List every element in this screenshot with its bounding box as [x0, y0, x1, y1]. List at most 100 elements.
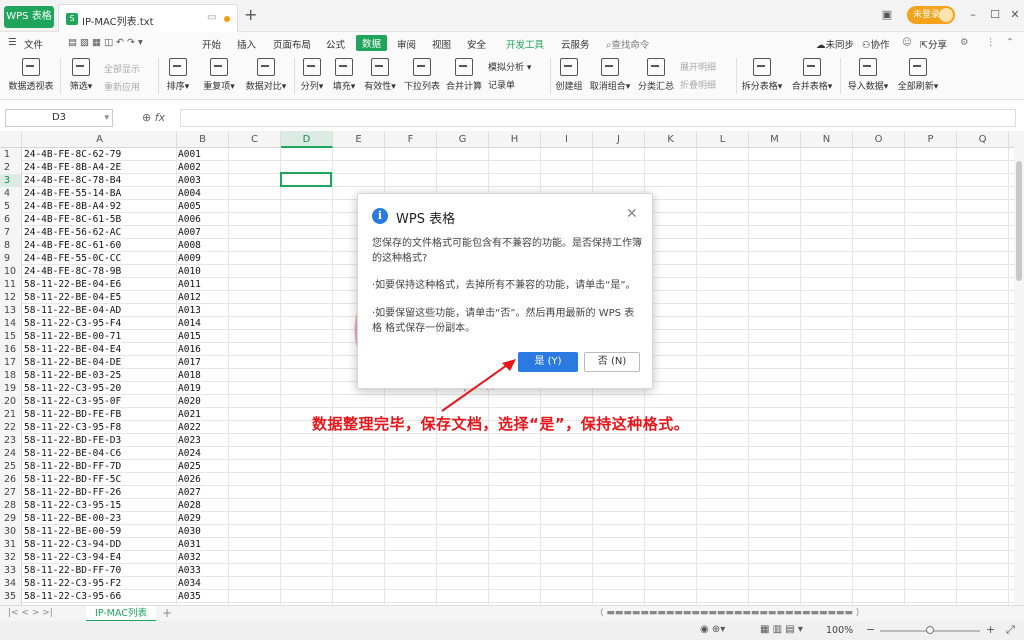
cell-mac-address[interactable]: 58-11-22-BD-FE-FB	[24, 408, 121, 421]
row-number[interactable]: 13	[0, 304, 22, 317]
cell-mac-address[interactable]: 58-11-22-BE-04-DE	[24, 356, 121, 369]
cell-mac-address[interactable]: 24-4B-FE-8C-62-79	[24, 148, 121, 161]
row-number[interactable]: 11	[0, 278, 22, 291]
consolidate-button[interactable]: 合并计算	[444, 58, 484, 92]
column-header-j[interactable]: J	[593, 131, 645, 148]
cell-mac-address[interactable]: 24-4B-FE-8C-78-B4	[24, 174, 121, 187]
data-compare-button[interactable]: 数据对比▾	[242, 58, 290, 92]
menu-data[interactable]: 数据	[356, 35, 388, 51]
cell-mac-address[interactable]: 58-11-22-BD-FF-5C	[24, 473, 121, 486]
cell-mac-address[interactable]: 58-11-22-C3-95-F8	[24, 421, 121, 434]
cell-mac-address[interactable]: 58-11-22-BE-04-E6	[24, 278, 121, 291]
fx-icon[interactable]: fx	[155, 111, 165, 124]
scroll-thumb[interactable]	[1016, 161, 1022, 281]
menu-security[interactable]: 安全	[467, 37, 486, 51]
cell-device-id[interactable]: A031	[178, 538, 201, 551]
expand-detail-button[interactable]: 展开明细	[680, 60, 716, 73]
cell-device-id[interactable]: A024	[178, 447, 201, 460]
row-number[interactable]: 24	[0, 447, 22, 460]
select-all-corner[interactable]	[0, 131, 22, 148]
row-number[interactable]: 9	[0, 252, 22, 265]
column-header-k[interactable]: K	[645, 131, 697, 148]
row-number[interactable]: 32	[0, 551, 22, 564]
reapply-button[interactable]: 重新应用	[104, 80, 140, 93]
row-number[interactable]: 27	[0, 486, 22, 499]
row-number[interactable]: 4	[0, 187, 22, 200]
row-number[interactable]: 25	[0, 460, 22, 473]
fullscreen-icon[interactable]: ⤢	[1006, 623, 1015, 637]
minimize-icon[interactable]: –	[966, 8, 980, 22]
zoom-formula-icon[interactable]: ⊕	[142, 111, 151, 124]
cell-mac-address[interactable]: 58-11-22-BE-00-71	[24, 330, 121, 343]
search-command[interactable]: ⌕查找命令	[606, 37, 649, 51]
row-number[interactable]: 18	[0, 369, 22, 382]
column-header-c[interactable]: C	[229, 131, 281, 148]
record-form-button[interactable]: 记录单	[488, 78, 515, 91]
column-header-n[interactable]: N	[801, 131, 853, 148]
row-number[interactable]: 3	[0, 174, 22, 187]
new-tab-button[interactable]: +	[244, 5, 257, 24]
merge-table-button[interactable]: 合并表格▾	[790, 58, 834, 92]
cell-device-id[interactable]: A016	[178, 343, 201, 356]
cell-mac-address[interactable]: 58-11-22-BD-FF-26	[24, 486, 121, 499]
menu-hamburger-icon[interactable]: ☰	[8, 37, 17, 48]
quick-access-toolbar[interactable]: ▤ ▧ ▦ ◫ ↶ ↷ ▾	[68, 37, 143, 48]
row-number[interactable]: 7	[0, 226, 22, 239]
cell-device-id[interactable]: A022	[178, 421, 201, 434]
cell-mac-address[interactable]: 58-11-22-C3-95-0F	[24, 395, 121, 408]
show-all-button[interactable]: 全部显示	[104, 62, 140, 75]
maximize-icon[interactable]: ☐	[988, 8, 1002, 22]
cell-device-id[interactable]: A006	[178, 213, 201, 226]
cell-mac-address[interactable]: 58-11-22-BE-03-25	[24, 369, 121, 382]
row-number[interactable]: 2	[0, 161, 22, 174]
menu-review[interactable]: 审阅	[397, 37, 416, 51]
cell-device-id[interactable]: A019	[178, 382, 201, 395]
window-layout-icon[interactable]: ▣	[880, 8, 894, 22]
cell-mac-address[interactable]: 58-11-22-BD-FF-7D	[24, 460, 121, 473]
cell-device-id[interactable]: A002	[178, 161, 201, 174]
file-tab[interactable]: S IP-MAC列表.txt ▭	[58, 4, 238, 32]
column-header-d[interactable]: D	[281, 131, 333, 148]
sheet-nav-icon[interactable]: |< < > >|	[8, 608, 53, 618]
selected-cell-d3[interactable]	[280, 172, 332, 187]
horizontal-scrollbar[interactable]: ⟨ ▬▬▬▬▬▬▬▬▬▬▬▬▬▬▬▬▬▬▬▬▬▬▬▬▬▬▬▬▬ ⟩	[600, 608, 859, 618]
cell-mac-address[interactable]: 24-4B-FE-55-0C-CC	[24, 252, 121, 265]
filter-button[interactable]: 筛选▾	[64, 58, 98, 92]
menu-formula[interactable]: 公式	[326, 37, 345, 51]
row-number[interactable]: 6	[0, 213, 22, 226]
cell-device-id[interactable]: A005	[178, 200, 201, 213]
cell-mac-address[interactable]: 58-11-22-C3-95-15	[24, 499, 121, 512]
more-icon[interactable]: ⋮	[986, 37, 996, 48]
cell-device-id[interactable]: A017	[178, 356, 201, 369]
cell-mac-address[interactable]: 58-11-22-C3-95-20	[24, 382, 121, 395]
row-number[interactable]: 5	[0, 200, 22, 213]
menu-page-layout[interactable]: 页面布局	[273, 37, 311, 51]
row-number[interactable]: 28	[0, 499, 22, 512]
cell-device-id[interactable]: A009	[178, 252, 201, 265]
row-number[interactable]: 23	[0, 434, 22, 447]
zoom-level[interactable]: 100%	[826, 625, 853, 636]
cell-mac-address[interactable]: 58-11-22-BD-FF-70	[24, 564, 121, 577]
cell-mac-address[interactable]: 58-11-22-BD-FE-D3	[24, 434, 121, 447]
dropdown-list-button[interactable]: 下拉列表	[402, 58, 442, 92]
row-number[interactable]: 22	[0, 421, 22, 434]
collaborate-button[interactable]: ⚇协作	[862, 37, 890, 51]
column-header-q[interactable]: Q	[957, 131, 1009, 148]
login-button[interactable]: 未登录	[907, 6, 955, 24]
cell-mac-address[interactable]: 58-11-22-BE-00-23	[24, 512, 121, 525]
cell-mac-address[interactable]: 24-4B-FE-55-14-BA	[24, 187, 121, 200]
zoom-slider-knob[interactable]	[926, 626, 934, 634]
cell-mac-address[interactable]: 58-11-22-C3-95-66	[24, 590, 121, 603]
zoom-slider[interactable]	[880, 626, 980, 634]
cell-mac-address[interactable]: 58-11-22-C3-95-F4	[24, 317, 121, 330]
row-number[interactable]: 19	[0, 382, 22, 395]
create-group-button[interactable]: 创建组	[554, 58, 584, 92]
cell-mac-address[interactable]: 58-11-22-BE-04-E5	[24, 291, 121, 304]
zoom-in-icon[interactable]: +	[986, 623, 995, 636]
view-mode-icons[interactable]: ▦ ▥ ▤ ▾	[760, 624, 803, 635]
row-number[interactable]: 16	[0, 343, 22, 356]
name-box[interactable]: D3	[5, 109, 113, 127]
row-number[interactable]: 30	[0, 525, 22, 538]
cell-mac-address[interactable]: 24-4B-FE-8B-A4-92	[24, 200, 121, 213]
cell-device-id[interactable]: A011	[178, 278, 201, 291]
